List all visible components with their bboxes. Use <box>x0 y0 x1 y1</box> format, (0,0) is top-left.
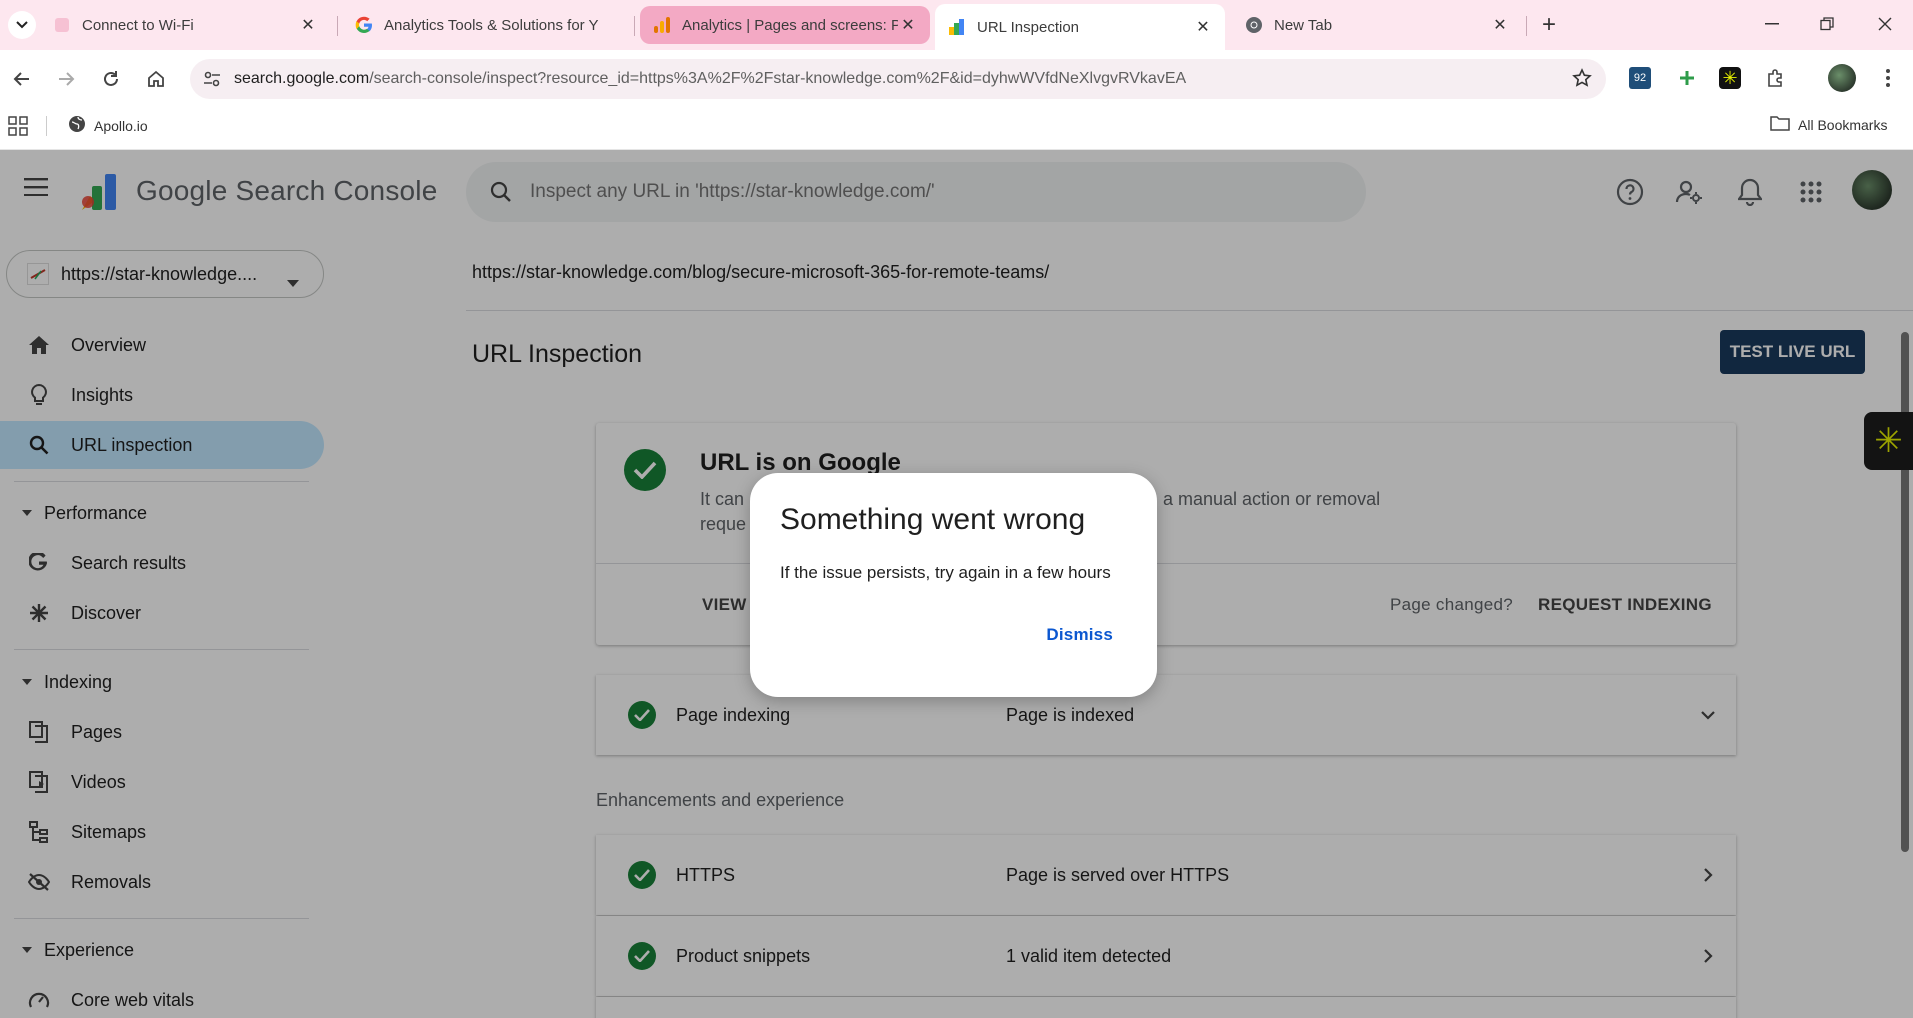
new-tab-button[interactable]: + <box>1535 11 1563 39</box>
search-console-page: Google Search Console https://star-knowl… <box>0 150 1913 1018</box>
url-path: /search-console/inspect?resource_id=http… <box>369 70 1187 87</box>
bookmark-apollo[interactable]: Apollo.io <box>68 115 148 136</box>
tab-title: Analytics Tools & Solutions for Y <box>384 16 599 34</box>
dialog-title: Something went wrong <box>780 503 1086 536</box>
extensions-puzzle-icon[interactable] <box>1761 64 1789 92</box>
arrow-left-icon <box>13 72 29 86</box>
apps-grid-icon[interactable] <box>8 116 28 136</box>
tab-title: Analytics | Pages and screens: P <box>682 16 898 34</box>
address-bar[interactable]: search.google.com/search-console/inspect… <box>190 59 1606 99</box>
plus-icon: + <box>1541 11 1556 38</box>
extension-plus-icon[interactable] <box>1673 64 1701 92</box>
profile-avatar[interactable] <box>1828 64 1856 92</box>
home-icon <box>148 70 164 87</box>
chevron-down-icon <box>16 21 28 29</box>
dialog-message: If the issue persists, try again in a fe… <box>780 563 1111 582</box>
minimize-button[interactable] <box>1752 8 1792 40</box>
close-icon[interactable]: ✕ <box>1193 17 1213 37</box>
tab-search-button[interactable] <box>8 11 36 39</box>
home-button[interactable] <box>140 63 172 95</box>
browser-tab-strip: Connect to Wi-Fi ✕ Analytics Tools & Sol… <box>0 0 1913 50</box>
close-icon[interactable]: ✕ <box>898 15 918 35</box>
tab-separator <box>1526 16 1527 36</box>
reload-icon <box>104 71 118 86</box>
back-button[interactable] <box>6 63 38 95</box>
tab-separator <box>337 16 338 36</box>
browser-tab[interactable]: New Tab ✕ <box>1232 6 1522 44</box>
close-icon[interactable]: ✕ <box>1490 15 1510 35</box>
arrow-right-icon <box>59 72 75 86</box>
close-icon <box>1878 17 1892 31</box>
url-host: search.google.com <box>234 70 370 87</box>
pink-blank-icon <box>52 15 72 35</box>
google-g-icon <box>354 15 374 35</box>
close-icon[interactable]: ✕ <box>298 15 318 35</box>
reload-button[interactable] <box>95 63 127 95</box>
url-text: search.google.com/search-console/inspect… <box>234 70 1186 88</box>
browser-tab[interactable]: Connect to Wi-Fi ✕ <box>40 6 330 44</box>
search-console-icon <box>947 17 967 37</box>
site-info-icon[interactable] <box>202 69 222 94</box>
window-close-button[interactable] <box>1865 8 1905 40</box>
bookmarks-bar <box>0 108 1913 150</box>
bookmark-star-icon[interactable] <box>1572 68 1592 93</box>
chrome-icon <box>1244 15 1264 35</box>
forward-button[interactable] <box>50 63 82 95</box>
analytics-icon <box>652 15 672 35</box>
browser-tab[interactable]: Analytics | Pages and screens: P ✕ <box>640 6 930 44</box>
restore-button[interactable] <box>1807 8 1847 40</box>
minimize-icon <box>1765 23 1779 25</box>
browser-tab-active[interactable]: URL Inspection ✕ <box>935 4 1225 50</box>
restore-icon <box>1820 17 1834 31</box>
all-bookmarks[interactable]: All Bookmarks <box>1770 115 1887 134</box>
bookmark-divider <box>46 116 47 136</box>
extension-asterisk-icon[interactable]: ✳ <box>1716 64 1744 92</box>
extension-badge: 92 <box>1629 67 1651 89</box>
globe-icon <box>68 115 86 136</box>
folder-icon <box>1770 115 1790 134</box>
browser-tab[interactable]: Analytics Tools & Solutions for Y <box>342 6 632 44</box>
tab-title: New Tab <box>1274 16 1333 34</box>
extension-92-icon[interactable]: 92 <box>1626 64 1654 92</box>
all-bookmarks-label: All Bookmarks <box>1798 116 1888 133</box>
tab-title: Connect to Wi-Fi <box>82 16 194 34</box>
browser-menu-icon[interactable] <box>1874 64 1902 92</box>
error-dialog: Something went wrong If the issue persis… <box>750 473 1157 697</box>
dismiss-button[interactable]: Dismiss <box>1046 625 1113 645</box>
bookmark-label: Apollo.io <box>94 117 148 134</box>
tab-title: URL Inspection <box>977 18 1079 36</box>
tab-separator <box>634 16 635 36</box>
